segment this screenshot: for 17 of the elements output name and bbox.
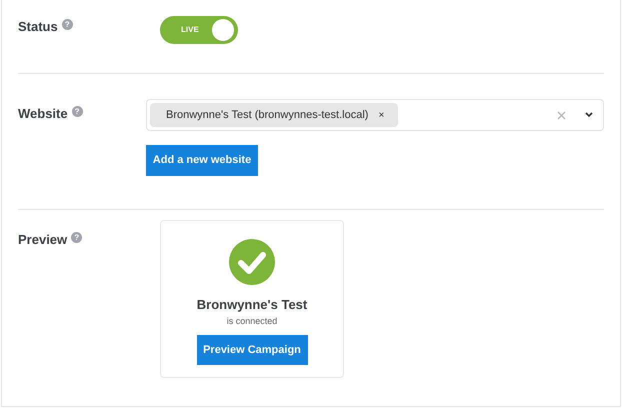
add-website-button[interactable]: Add a new website bbox=[146, 145, 258, 176]
live-toggle[interactable]: LIVE bbox=[160, 16, 238, 44]
field-label: Status bbox=[18, 18, 58, 36]
tag-label: Bronwynne's Test (bronwynnes-test.local) bbox=[166, 108, 368, 123]
preview-campaign-button[interactable]: Preview Campaign bbox=[196, 335, 308, 365]
chevron-down-icon[interactable] bbox=[585, 112, 593, 118]
check-circle-icon bbox=[229, 239, 275, 285]
help-icon[interactable]: ? bbox=[72, 106, 83, 117]
site-name: Bronwynne's Test bbox=[196, 296, 308, 314]
toggle-knob bbox=[212, 19, 234, 41]
remove-tag-button[interactable]: × bbox=[378, 108, 384, 122]
field-label: Preview bbox=[18, 231, 68, 249]
field-label: Website bbox=[18, 105, 68, 123]
help-icon[interactable]: ? bbox=[62, 19, 73, 30]
website-select[interactable]: Bronwynne's Test (bronwynnes-test.local) × bbox=[146, 99, 604, 131]
help-icon[interactable]: ? bbox=[71, 232, 82, 243]
connection-status: is connected bbox=[226, 314, 278, 328]
